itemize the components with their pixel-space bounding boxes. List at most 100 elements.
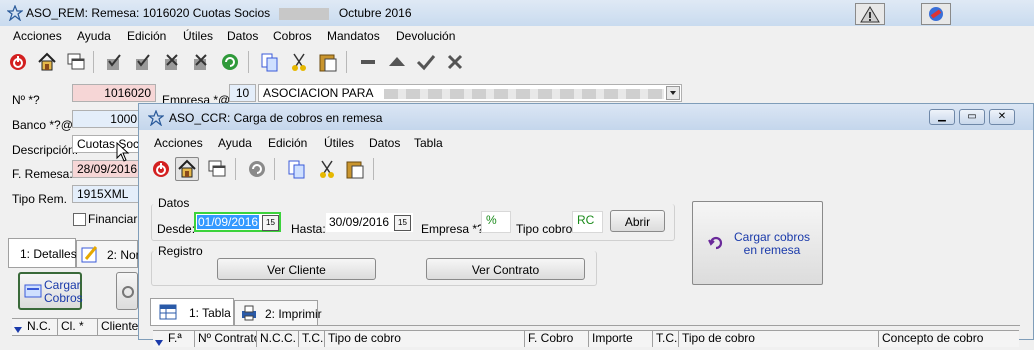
checkmark-icon[interactable]: [414, 50, 438, 74]
menu-acciones[interactable]: Acciones: [13, 29, 62, 43]
windows-icon[interactable]: [64, 50, 88, 74]
copy-icon[interactable]: [258, 50, 282, 74]
x-icon[interactable]: [443, 50, 467, 74]
toolbar-separator: [93, 51, 94, 73]
cross-mug-icon[interactable]: [160, 50, 184, 74]
menu-edicion[interactable]: Edición: [127, 29, 166, 43]
dialog-paste-icon[interactable]: [343, 157, 367, 181]
close-button[interactable]: ✕: [989, 109, 1015, 125]
home-icon[interactable]: [35, 50, 59, 74]
dgrid-col-ncc[interactable]: N.C.C.: [257, 331, 299, 347]
power-icon[interactable]: [6, 50, 30, 74]
menu-devolucion[interactable]: Devolución: [396, 29, 455, 43]
toolbar-separator: [248, 51, 249, 73]
tipo-cobro-field[interactable]: RC: [572, 211, 603, 233]
dmenu-ayuda[interactable]: Ayuda: [218, 136, 252, 150]
dialog-windows-icon[interactable]: [205, 157, 229, 181]
dialog-refresh-globe-icon[interactable]: [245, 157, 269, 181]
dropdown-arrow-icon[interactable]: [666, 86, 680, 100]
ver-cliente-button[interactable]: Ver Cliente: [217, 258, 376, 280]
refresh-globe-icon[interactable]: [218, 50, 242, 74]
minimize-button[interactable]: ▁: [929, 109, 955, 125]
check-mug-icon[interactable]: [102, 50, 126, 74]
dgrid-col-fcobro[interactable]: F. Cobro: [525, 331, 589, 347]
dialog-grid-header: F.ª Nº Contrato N.C.C. T.C. Tipo de cobr…: [153, 330, 1019, 347]
warning-icon[interactable]: [855, 3, 885, 25]
tab-imprimir[interactable]: 2: Imprimir: [234, 300, 322, 326]
dgrid-col-concepto[interactable]: Concepto de cobro: [879, 331, 1019, 347]
dmenu-tabla[interactable]: Tabla: [414, 136, 443, 150]
tab-detalles[interactable]: 1: Detalles: [8, 238, 77, 268]
dgrid-col-contrato[interactable]: Nº Contrato: [195, 331, 257, 347]
tab-detalles-label: 1: Detalles: [20, 247, 77, 261]
dgrid-col-tipo-cobro[interactable]: Tipo de cobro: [325, 331, 525, 347]
minus-icon[interactable]: [356, 50, 380, 74]
sort-arrow-icon: [14, 323, 22, 337]
desde-calendar-icon[interactable]: 15: [262, 215, 279, 231]
desde-label: Desde:: [157, 222, 196, 236]
dmenu-utiles[interactable]: Útiles: [324, 136, 354, 150]
dmenu-datos[interactable]: Datos: [369, 136, 400, 150]
desde-field[interactable]: 01/09/2016 15: [194, 212, 281, 232]
menu-cobros[interactable]: Cobros: [273, 29, 312, 43]
paste-icon[interactable]: [316, 50, 340, 74]
tiporem-field[interactable]: 1915XML: [72, 185, 142, 203]
grid-col-nc[interactable]: N.C.: [24, 319, 58, 335]
toolbar-separator: [235, 158, 236, 180]
menu-ayuda[interactable]: Ayuda: [77, 29, 111, 43]
abrir-label: Abrir: [624, 215, 651, 229]
dialog-tabs-baseline: [150, 325, 1020, 326]
num-label: Nº *?: [12, 93, 40, 107]
load-arrow-icon: [707, 234, 725, 255]
table-icon: [159, 304, 177, 323]
empresa-dialog-field[interactable]: %: [481, 211, 511, 233]
dgrid-col-fa[interactable]: F.ª: [165, 331, 195, 347]
main-title-bar: ASO_REM: Remesa: 1016020 Cuotas Socios O…: [0, 0, 1034, 26]
tools-icon[interactable]: [921, 3, 951, 25]
gear-icon: [121, 285, 135, 302]
menu-utiles[interactable]: Útiles: [183, 29, 213, 43]
fremesa-field[interactable]: 28/09/2016: [72, 160, 142, 178]
desde-value: 01/09/2016: [197, 215, 260, 229]
dialog-title-bar: ASO_CCR: Carga de cobros en remesa ▁ ▭ ✕: [139, 104, 1033, 130]
cargar-cobros-remesa-label: Cargar cobros en remesa: [733, 230, 811, 257]
cargar-cobros-remesa-button[interactable]: Cargar cobros en remesa: [692, 201, 823, 285]
grid-col-cliente[interactable]: Cliente: [98, 319, 138, 335]
hasta-field[interactable]: 30/09/2016 15: [326, 213, 413, 232]
tab-normal[interactable]: 2: Nor: [76, 240, 140, 268]
abrir-button[interactable]: Abrir: [610, 210, 665, 232]
dmenu-edicion[interactable]: Edición: [268, 136, 307, 150]
menu-datos[interactable]: Datos: [227, 29, 258, 43]
hasta-value: 30/09/2016: [329, 215, 390, 229]
dialog-power-icon[interactable]: [149, 157, 173, 181]
hasta-calendar-icon[interactable]: 15: [394, 215, 411, 231]
dialog-home-icon[interactable]: [175, 157, 199, 181]
dgrid-col-importe[interactable]: Importe: [589, 331, 653, 347]
dmenu-acciones[interactable]: Acciones: [154, 136, 203, 150]
dialog-copy-icon[interactable]: [285, 157, 309, 181]
secondary-gear-button[interactable]: [116, 272, 138, 310]
tab-tabla[interactable]: 1: Tabla: [150, 298, 234, 326]
dgrid-col-tc[interactable]: T.C.: [299, 331, 325, 347]
financiar-checkbox[interactable]: [73, 213, 86, 226]
desc-label: Descripción:: [12, 143, 79, 157]
cut-icon[interactable]: [287, 50, 311, 74]
check-mug-2-icon[interactable]: [131, 50, 155, 74]
menu-mandatos[interactable]: Mandatos: [327, 29, 380, 43]
dialog-cut-icon[interactable]: [315, 157, 339, 181]
ver-contrato-button[interactable]: Ver Contrato: [426, 258, 585, 280]
dgrid-col-tc2[interactable]: T.C.: [653, 331, 679, 347]
empresa-code-field[interactable]: 10: [229, 84, 256, 102]
grid-col-cl[interactable]: Cl. *: [58, 319, 98, 335]
banco-field[interactable]: 1000: [72, 110, 142, 128]
num-field[interactable]: 1016020: [72, 84, 156, 102]
tabs-baseline: [8, 267, 138, 268]
up-arrow-icon[interactable]: [385, 50, 409, 74]
dgrid-col-tipo-cobro2[interactable]: Tipo de cobro: [679, 331, 879, 347]
maximize-button[interactable]: ▭: [959, 109, 985, 125]
cross-mug-2-icon[interactable]: [189, 50, 213, 74]
empresa-name-field[interactable]: ASOCIACION PARA: [258, 84, 682, 102]
blurred-region: [384, 88, 665, 99]
desc-field[interactable]: Cuotas Socios: [72, 135, 142, 153]
cargar-cobros-button[interactable]: Cargar Cobros: [18, 272, 83, 310]
